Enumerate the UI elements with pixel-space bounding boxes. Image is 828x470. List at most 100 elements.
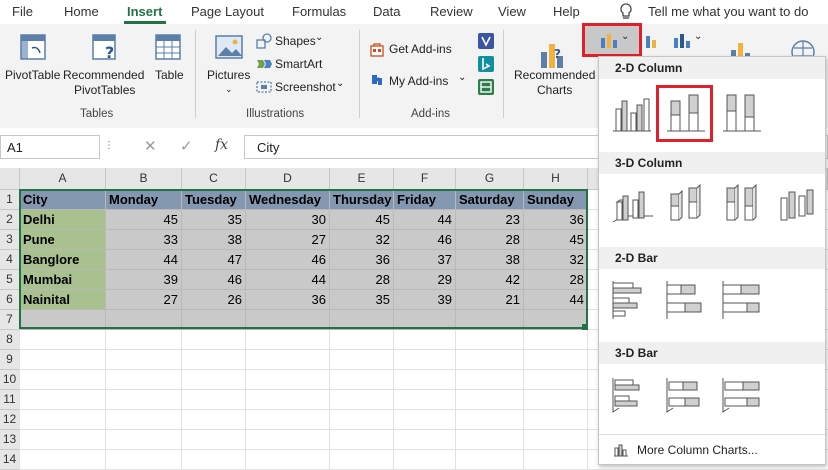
header-cell[interactable]: City [20, 190, 106, 210]
city-cell[interactable]: Nainital [20, 290, 106, 310]
column-header[interactable]: A [20, 168, 106, 190]
tell-me-search[interactable]: Tell me what you want to do [648, 4, 808, 19]
insert-function-button[interactable]: fx [215, 137, 228, 153]
value-cell[interactable]: 28 [456, 230, 524, 250]
column-header[interactable]: G [456, 168, 524, 190]
column-header[interactable]: C [182, 168, 246, 190]
row-header[interactable]: 1 [0, 190, 20, 210]
row-header[interactable]: 11 [0, 390, 20, 410]
row-header[interactable]: 8 [0, 330, 20, 350]
value-cell[interactable]: 36 [330, 250, 394, 270]
value-cell[interactable]: 44 [246, 270, 330, 290]
blank-cell[interactable] [524, 310, 588, 330]
pictures-icon[interactable] [214, 32, 244, 65]
row-header[interactable]: 12 [0, 410, 20, 430]
value-cell[interactable]: 36 [246, 290, 330, 310]
value-cell[interactable]: 27 [106, 290, 182, 310]
pictures-button[interactable]: Pictures [207, 68, 250, 82]
value-cell[interactable]: 28 [524, 270, 588, 290]
value-cell[interactable]: 45 [106, 210, 182, 230]
recommended-pivottables-button[interactable]: Recommended [63, 68, 144, 82]
value-cell[interactable]: 38 [182, 230, 246, 250]
my-add-ins-button[interactable]: My Add-ins [389, 74, 448, 88]
hierarchy-chevron-down-icon[interactable]: ⌄ [694, 31, 702, 42]
column-header[interactable]: E [330, 168, 394, 190]
blank-cell[interactable] [246, 310, 330, 330]
visio-icon[interactable] [477, 32, 495, 53]
header-cell[interactable]: Sunday [524, 190, 588, 210]
tab-data[interactable]: Data [373, 4, 400, 19]
pictures-chevron-down-icon[interactable]: ⌄ [225, 84, 233, 95]
tab-home[interactable]: Home [64, 4, 99, 19]
column-header[interactable]: H [524, 168, 588, 190]
header-cell[interactable]: Tuesday [182, 190, 246, 210]
row-header[interactable]: 4 [0, 250, 20, 270]
stacked-bar-option[interactable] [663, 277, 709, 323]
3d-100-stacked-column-option[interactable] [719, 182, 765, 228]
pivottable-icon[interactable] [18, 32, 48, 65]
3d-column-option[interactable] [775, 182, 821, 228]
tab-review[interactable]: Review [430, 4, 473, 19]
value-cell[interactable]: 45 [330, 210, 394, 230]
value-cell[interactable]: 30 [246, 210, 330, 230]
value-cell[interactable]: 42 [456, 270, 524, 290]
bing-icon[interactable] [477, 55, 495, 76]
value-cell[interactable]: 46 [394, 230, 456, 250]
header-cell[interactable]: Monday [106, 190, 182, 210]
value-cell[interactable]: 39 [394, 290, 456, 310]
clustered-bar-option[interactable] [609, 277, 655, 323]
value-cell[interactable]: 44 [394, 210, 456, 230]
row-header[interactable]: 7 [0, 310, 20, 330]
value-cell[interactable]: 33 [106, 230, 182, 250]
tab-view[interactable]: View [498, 4, 526, 19]
column-header[interactable]: D [246, 168, 330, 190]
value-cell[interactable]: 45 [524, 230, 588, 250]
header-cell[interactable]: Saturday [456, 190, 524, 210]
value-cell[interactable]: 23 [456, 210, 524, 230]
value-cell[interactable]: 46 [182, 270, 246, 290]
100-stacked-column-option[interactable] [719, 91, 765, 137]
value-cell[interactable]: 29 [394, 270, 456, 290]
blank-cell[interactable] [106, 310, 182, 330]
3d-clustered-column-option[interactable] [609, 182, 655, 228]
more-column-charts-item[interactable]: More Column Charts... [599, 438, 825, 462]
table-button[interactable]: Table [155, 68, 184, 82]
header-cell[interactable]: Wednesday [246, 190, 330, 210]
clustered-column-option[interactable] [609, 91, 655, 137]
row-header[interactable]: 10 [0, 370, 20, 390]
value-cell[interactable]: 27 [246, 230, 330, 250]
shapes-chevron-down-icon[interactable]: ⌄ [315, 32, 323, 43]
row-header[interactable]: 6 [0, 290, 20, 310]
3d-clustered-bar-option[interactable] [609, 372, 655, 418]
table-icon[interactable] [153, 32, 183, 65]
column-header[interactable]: F [394, 168, 456, 190]
100-stacked-bar-option[interactable] [719, 277, 765, 323]
city-cell[interactable]: Delhi [20, 210, 106, 230]
value-cell[interactable]: 47 [182, 250, 246, 270]
column-header[interactable]: B [106, 168, 182, 190]
cancel-icon[interactable]: ✕ [144, 137, 157, 155]
value-cell[interactable]: 32 [524, 250, 588, 270]
row-header[interactable]: 9 [0, 350, 20, 370]
value-cell[interactable]: 26 [182, 290, 246, 310]
value-cell[interactable]: 32 [330, 230, 394, 250]
row-header[interactable]: 2 [0, 210, 20, 230]
value-cell[interactable]: 35 [330, 290, 394, 310]
header-cell[interactable]: Thursday [330, 190, 394, 210]
value-cell[interactable]: 35 [182, 210, 246, 230]
row-header[interactable]: 5 [0, 270, 20, 290]
blank-cell[interactable] [394, 310, 456, 330]
3d-stacked-bar-option[interactable] [663, 372, 709, 418]
smartart-button[interactable]: SmartArt [275, 57, 322, 71]
3d-stacked-column-option[interactable] [663, 182, 709, 228]
enter-check-icon[interactable]: ✓ [180, 137, 193, 155]
value-cell[interactable]: 39 [106, 270, 182, 290]
blank-cell[interactable] [182, 310, 246, 330]
name-box[interactable]: A1 [0, 135, 100, 159]
row-header[interactable]: 14 [0, 450, 20, 470]
tab-formulas[interactable]: Formulas [292, 4, 346, 19]
row-header[interactable]: 3 [0, 230, 20, 250]
fill-handle[interactable] [582, 324, 588, 330]
tab-insert[interactable]: Insert [127, 4, 162, 19]
tab-help[interactable]: Help [553, 4, 580, 19]
